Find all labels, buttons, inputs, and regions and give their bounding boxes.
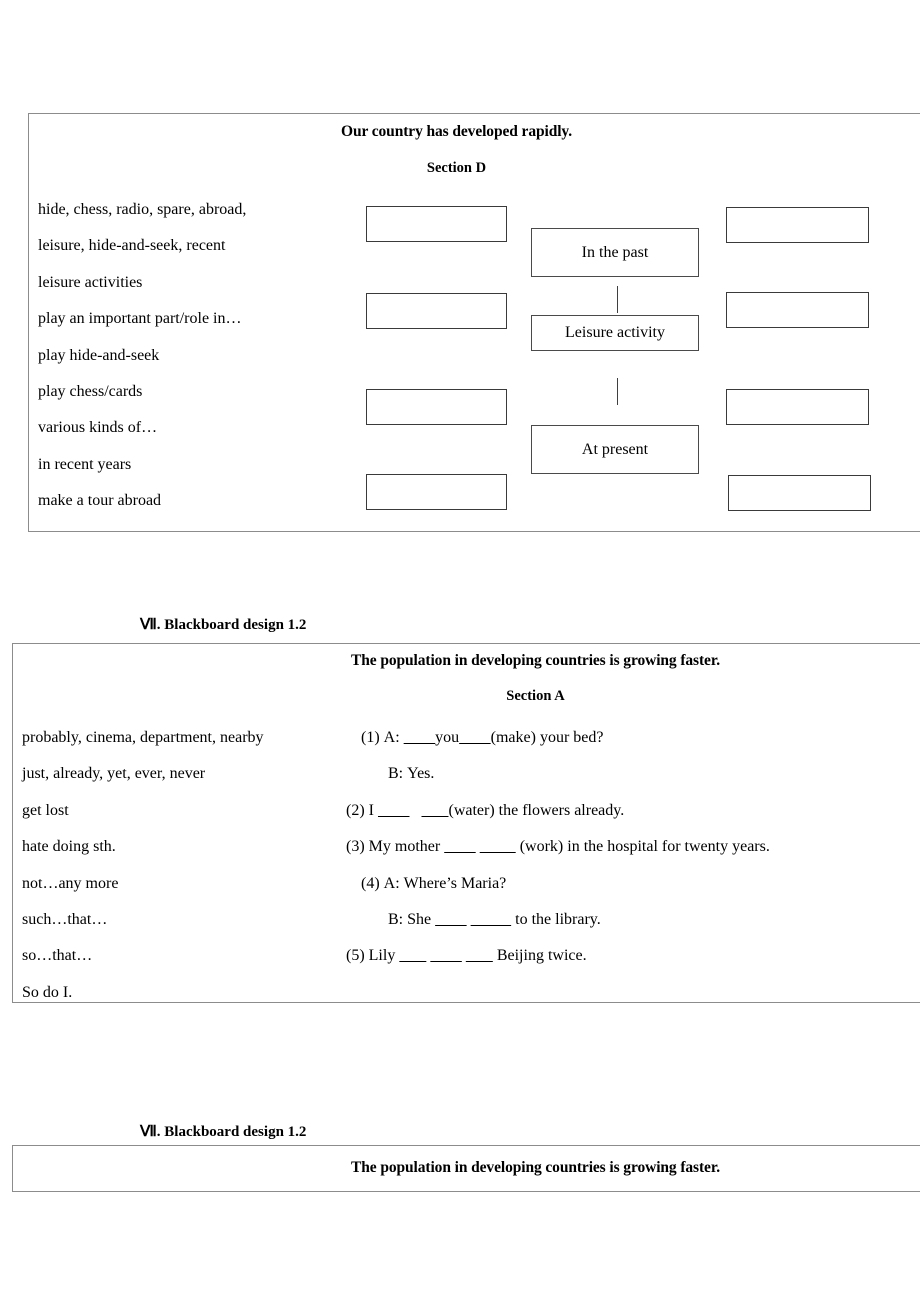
word-bank-item: play chess/cards [38,383,143,401]
phrase-item: get lost [22,801,69,819]
word-bank-item: play an important part/role in… [38,310,242,328]
answer-blank[interactable] [466,947,493,964]
phrase-item: hate doing sth. [22,838,116,856]
word-bank-list: hide, chess, radio, spare, abroad, leisu… [38,192,348,520]
exercise-line: (3) My mother (work) in the hospital for… [346,829,920,865]
diagram-blank-slot-left-4[interactable] [366,474,507,510]
answer-blank[interactable] [404,729,436,746]
answer-blank[interactable] [435,911,467,928]
exercise-text: (work) in the hospital for twenty years. [515,838,770,856]
panel-title-section-d: Our country has developed rapidly. [341,123,572,140]
panel-subtitle-section-d: Section D [426,160,487,176]
exercise-text: (2) I [346,801,378,819]
diagram-blank-slot-right-4[interactable] [728,475,871,511]
diagram-label-text: In the past [581,243,649,261]
answer-blank[interactable] [399,947,426,964]
word-bank-item: various kinds of… [38,419,158,437]
exercise-line: (4) A: Where’s Maria? [346,866,920,902]
exercise-line: (2) I (water) the flowers already. [346,793,920,829]
exercise-text: (make) your bed? [490,729,604,746]
exercise-text: (5) Lily [346,947,400,965]
diagram-connector-2 [617,378,618,405]
diagram-label-text: Leisure activity [565,324,665,341]
section-heading-blackboard-design-2: Ⅶ. Blackboard design 1.2 [140,617,307,633]
document-page: Our country has developed rapidly. Secti… [0,0,920,1302]
diagram-blank-slot-right-1[interactable] [726,207,869,243]
word-bank-item: hide, chess, radio, spare, abroad, [38,201,247,218]
diagram-blank-slot-left-3[interactable] [366,389,507,425]
answer-blank[interactable] [459,729,491,746]
diagram-label-text: At present [581,440,649,458]
phrase-item: such…that… [22,911,108,929]
diagram-label-at-present[interactable]: At present [531,425,699,474]
exercise-list: (1) A: you (make) your bed? B: Yes. (2) I … [346,720,920,975]
exercise-text: (3) My mother [346,838,445,856]
exercise-line: B: She to the library. [346,902,920,938]
exercise-text: you [435,729,460,746]
word-bank-item: make a tour abroad [38,492,162,510]
phrase-item: not…any more [22,874,119,892]
phrase-item: So do I. [22,983,73,1001]
exercise-text: (4) A: Where’s Maria? [361,874,507,892]
exercise-text: (water) the flowers already. [448,801,625,819]
phrase-item: so…that… [22,947,93,965]
diagram-connector-1 [617,286,618,313]
diagram-label-leisure-activity[interactable]: Leisure activity [531,315,699,351]
panel-title-section-a: The population in developing countries i… [351,652,720,669]
answer-blank[interactable] [378,802,410,819]
panel-subtitle-section-a: Section A [506,688,565,704]
blackboard-panel-title-only: The population in developing countries i… [12,1145,920,1192]
exercise-text: to the library. [511,911,601,929]
diagram-blank-slot-right-3[interactable] [726,389,869,425]
diagram-blank-slot-left-1[interactable] [366,206,507,242]
phrase-item: just, already, yet, ever, never [22,765,206,783]
exercise-text: Beijing twice. [492,947,587,965]
answer-blank[interactable] [471,911,512,928]
exercise-text: (1) A: [361,729,404,746]
exercise-line: (1) A: you (make) your bed? [346,720,920,756]
phrase-list: probably, cinema, department, nearby jus… [22,720,322,1011]
exercise-text: B: Yes. [388,765,435,783]
answer-blank[interactable] [480,838,516,855]
exercise-line: B: Yes. [346,756,920,792]
answer-blank[interactable] [444,838,476,855]
exercise-text [409,802,421,819]
section-heading-blackboard-design-3: Ⅶ. Blackboard design 1.2 [140,1124,307,1140]
phrase-item: probably, cinema, department, nearby [22,729,264,746]
exercise-line: (5) Lily Beijing twice. [346,938,920,974]
word-bank-item: leisure activities [38,273,143,291]
answer-blank[interactable] [421,802,448,819]
blackboard-panel-section-d: Our country has developed rapidly. Secti… [28,113,920,532]
diagram-blank-slot-right-2[interactable] [726,292,869,328]
word-bank-item: in recent years [38,455,132,473]
blackboard-panel-section-a: The population in developing countries i… [12,643,920,1003]
diagram-label-in-the-past[interactable]: In the past [531,228,699,277]
word-bank-item: leisure, hide-and-seek, recent [38,237,226,255]
answer-blank[interactable] [430,947,462,964]
diagram-blank-slot-left-2[interactable] [366,293,507,329]
panel-title-population: The population in developing countries i… [351,1159,720,1176]
exercise-text: B: She [388,911,436,929]
word-bank-item: play hide-and-seek [38,346,160,364]
